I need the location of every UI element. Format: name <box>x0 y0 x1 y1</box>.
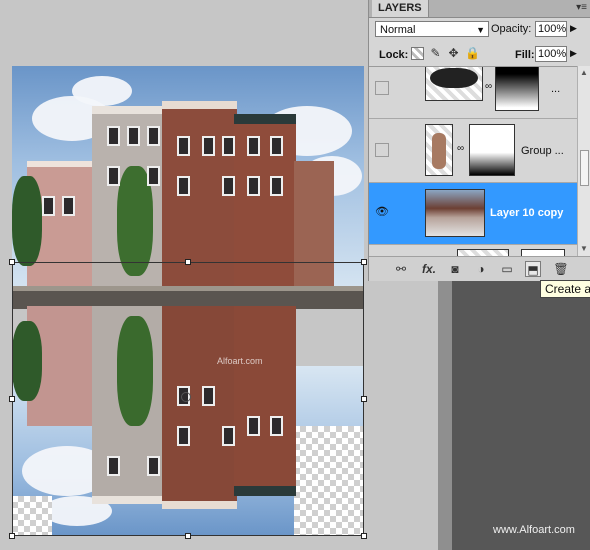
layer-row[interactable]: ∞ ... <box>369 67 577 119</box>
panel-tab-bar: LAYERS ▾≡ <box>369 0 590 18</box>
new-layer-icon[interactable]: ⬒ <box>525 261 541 277</box>
layer-row[interactable]: ∞ Group ... <box>369 119 577 183</box>
link-icon[interactable]: ∞ <box>457 143 464 154</box>
transform-reference-point[interactable] <box>181 392 191 402</box>
transform-handle-top-center[interactable] <box>185 259 191 265</box>
layer-mask-thumbnail <box>469 124 515 176</box>
layer-row-selected[interactable]: 👁 Layer 10 copy <box>369 183 577 245</box>
layer-thumbnail <box>425 189 485 237</box>
scroll-thumb[interactable] <box>580 150 589 186</box>
new-group-icon[interactable]: ▭ <box>499 261 515 277</box>
lock-all-icon[interactable]: 🔒 <box>465 47 480 60</box>
layers-panel: LAYERS ▾≡ Normal ▼ Opacity: 100% ▶ Lock:… <box>368 0 590 281</box>
opacity-label: Opacity: <box>491 23 532 35</box>
layer-name: ... <box>551 83 561 95</box>
tree-left <box>12 176 42 266</box>
scroll-up-icon[interactable]: ▲ <box>580 68 588 77</box>
transform-handle-bottom-left[interactable] <box>9 533 15 539</box>
blend-mode-select[interactable]: Normal ▼ <box>375 21 489 37</box>
layer-list: ∞ ... ∞ Group ... 👁 Layer 10 copy <box>369 66 577 257</box>
lock-label: Lock: <box>379 49 409 61</box>
lock-image-pixels-icon[interactable]: ✎ <box>429 47 442 60</box>
transform-handle-top-left[interactable] <box>9 259 15 265</box>
transform-handle-top-right[interactable] <box>361 259 367 265</box>
layer-name: Group ... <box>521 145 564 157</box>
layer-mask-thumbnail <box>495 67 539 111</box>
pasteboard-dark <box>452 280 590 550</box>
watermark-text: www.Alfoart.com <box>493 524 575 536</box>
opacity-field[interactable]: 100% <box>535 21 567 37</box>
panel-footer: ⚯ fx. ◙ ◑ ▭ ⬒ 🗑 <box>369 256 590 281</box>
layer-thumbnail <box>425 124 453 176</box>
layers-scrollbar[interactable]: ▲ ▼ <box>577 66 590 256</box>
trash-icon[interactable]: 🗑 <box>553 261 569 277</box>
fill-arrow-icon[interactable]: ▶ <box>570 48 577 59</box>
eye-icon[interactable]: 👁 <box>375 205 389 218</box>
tooltip: Create a <box>540 280 590 298</box>
layer-thumbnail <box>425 67 483 101</box>
fill-label: Fill: <box>515 49 535 61</box>
link-icon[interactable]: ∞ <box>485 81 492 92</box>
fill-field[interactable]: 100% <box>535 46 567 62</box>
transform-handle-middle-left[interactable] <box>9 396 15 402</box>
panel-menu-icon[interactable]: ▾≡ <box>576 2 587 13</box>
add-mask-icon[interactable]: ◙ <box>447 261 463 277</box>
pasteboard-shadow <box>438 280 452 550</box>
scroll-down-icon[interactable]: ▼ <box>580 244 588 253</box>
visibility-toggle[interactable] <box>375 81 389 95</box>
blend-mode-value: Normal <box>380 24 416 36</box>
transform-handle-bottom-center[interactable] <box>185 533 191 539</box>
lock-position-icon[interactable]: ✥ <box>447 47 460 60</box>
transform-handle-middle-right[interactable] <box>361 396 367 402</box>
layer-name: Layer 10 copy <box>490 207 564 219</box>
chevron-down-icon: ▼ <box>476 25 485 35</box>
opacity-arrow-icon[interactable]: ▶ <box>570 23 577 34</box>
transform-handle-bottom-right[interactable] <box>361 533 367 539</box>
visibility-toggle[interactable] <box>375 143 389 157</box>
link-layers-icon[interactable]: ⚯ <box>393 261 409 277</box>
adjustment-layer-icon[interactable]: ◑ <box>473 261 489 277</box>
fx-icon[interactable]: fx. <box>421 261 437 277</box>
tab-layers[interactable]: LAYERS <box>372 0 429 17</box>
lock-transparent-pixels-icon[interactable] <box>411 47 424 60</box>
